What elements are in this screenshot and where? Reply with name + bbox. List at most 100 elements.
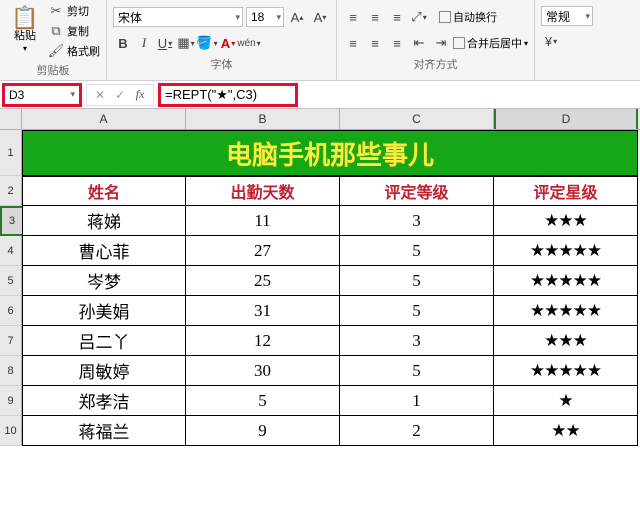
indent-increase-button[interactable]: ⇥ (431, 33, 451, 53)
phonetic-button[interactable]: wén▾ (239, 33, 259, 53)
number-format-value: 常规 (546, 8, 570, 25)
cell-level[interactable]: 2 (340, 416, 494, 446)
select-all-corner[interactable] (0, 109, 22, 129)
paste-button[interactable]: 📋 粘贴 ▾ (6, 2, 44, 60)
table-row: 9郑孝洁51★ (0, 386, 640, 416)
cell-days[interactable]: 30 (186, 356, 340, 386)
paste-label: 粘贴 (14, 27, 36, 43)
cell-name[interactable]: 岑梦 (22, 266, 186, 296)
header-name[interactable]: 姓名 (22, 176, 186, 206)
spreadsheet-grid[interactable]: A B C D 1 电脑手机那些事儿 2 姓名 出勤天数 评定等级 评定星级 3… (0, 109, 640, 446)
header-stars[interactable]: 评定星级 (494, 176, 638, 206)
row-header-5[interactable]: 5 (0, 266, 22, 296)
cell-name[interactable]: 孙美娟 (22, 296, 186, 326)
align-top-button[interactable]: ≡ (343, 7, 363, 27)
cell-level[interactable]: 3 (340, 206, 494, 236)
increase-font-button[interactable]: A▴ (287, 7, 307, 27)
table-row: 10蒋福兰92★★ (0, 416, 640, 446)
formula-input[interactable]: =REPT("★",C3) (158, 83, 298, 107)
cell-level[interactable]: 3 (340, 326, 494, 356)
row-header-7[interactable]: 7 (0, 326, 22, 356)
bold-button[interactable]: B (113, 33, 133, 53)
cell-days[interactable]: 31 (186, 296, 340, 326)
copy-button[interactable]: ⧉复制 (48, 22, 100, 40)
align-right-button[interactable]: ≡ (387, 33, 407, 53)
merge-checkbox[interactable] (453, 37, 465, 49)
cell-stars[interactable]: ★★ (494, 416, 638, 446)
font-color-button[interactable]: A▾ (218, 33, 238, 53)
title-cell[interactable]: 电脑手机那些事儿 (22, 130, 638, 176)
col-header-a[interactable]: A (22, 109, 186, 129)
cancel-button[interactable]: ✕ (91, 88, 109, 102)
enter-button[interactable]: ✓ (111, 88, 129, 102)
col-header-b[interactable]: B (186, 109, 340, 129)
number-format-select[interactable]: 常规 (541, 6, 593, 26)
row-header-8[interactable]: 8 (0, 356, 22, 386)
italic-button[interactable]: I (134, 33, 154, 53)
cell-stars[interactable]: ★ (494, 386, 638, 416)
cell-days[interactable]: 11 (186, 206, 340, 236)
col-header-d[interactable]: D (494, 109, 638, 129)
cell-days[interactable]: 9 (186, 416, 340, 446)
underline-button[interactable]: U▾ (155, 33, 175, 53)
font-name-select[interactable]: 宋体 (113, 7, 243, 27)
row-header-2[interactable]: 2 (0, 176, 22, 206)
format-painter-button[interactable]: 🖌格式刷 (48, 42, 100, 60)
table-row: 2 姓名 出勤天数 评定等级 评定星级 (0, 176, 640, 206)
cell-level[interactable]: 5 (340, 266, 494, 296)
fx-button[interactable]: fx (131, 87, 149, 102)
cell-stars[interactable]: ★★★★★ (494, 356, 638, 386)
formula-text: =REPT("★",C3) (165, 87, 257, 103)
name-box[interactable]: D3 (2, 83, 82, 107)
cell-name[interactable]: 蒋福兰 (22, 416, 186, 446)
cell-level[interactable]: 5 (340, 236, 494, 266)
align-center-button[interactable]: ≡ (365, 33, 385, 53)
cell-name[interactable]: 吕二丫 (22, 326, 186, 356)
cell-level[interactable]: 5 (340, 356, 494, 386)
cell-stars[interactable]: ★★★ (494, 206, 638, 236)
cell-stars[interactable]: ★★★★★ (494, 296, 638, 326)
header-days[interactable]: 出勤天数 (186, 176, 340, 206)
formula-bar-buttons: ✕ ✓ fx (86, 84, 154, 106)
cell-name[interactable]: 郑孝洁 (22, 386, 186, 416)
col-header-c[interactable]: C (340, 109, 494, 129)
cell-name[interactable]: 蒋娣 (22, 206, 186, 236)
cell-level[interactable]: 5 (340, 296, 494, 326)
row-header-10[interactable]: 10 (0, 416, 22, 446)
indent-decrease-button[interactable]: ⇤ (409, 33, 429, 53)
wrap-label: 自动换行 (453, 9, 497, 25)
cell-days[interactable]: 27 (186, 236, 340, 266)
alignment-group: ≡ ≡ ≡ ⤢▾ 自动换行 ≡ ≡ ≡ ⇤ ⇥ 合并后居中 ▾ 对齐方式 (337, 0, 535, 80)
cell-days[interactable]: 5 (186, 386, 340, 416)
cell-name[interactable]: 周敏婷 (22, 356, 186, 386)
borders-button[interactable]: ▦▾ (176, 33, 196, 53)
cell-stars[interactable]: ★★★★★ (494, 266, 638, 296)
table-row: 3蒋娣113★★★ (0, 206, 640, 236)
align-left-button[interactable]: ≡ (343, 33, 363, 53)
align-middle-button[interactable]: ≡ (365, 7, 385, 27)
ribbon: 📋 粘贴 ▾ ✂剪切 ⧉复制 🖌格式刷 剪贴板 宋体 18 A▴ A▾ B I (0, 0, 640, 81)
cell-days[interactable]: 25 (186, 266, 340, 296)
row-header-9[interactable]: 9 (0, 386, 22, 416)
row-header-4[interactable]: 4 (0, 236, 22, 266)
font-size-select[interactable]: 18 (246, 7, 284, 27)
row-header-1[interactable]: 1 (0, 130, 22, 176)
header-level[interactable]: 评定等级 (340, 176, 494, 206)
cut-label: 剪切 (67, 3, 89, 19)
align-bottom-button[interactable]: ≡ (387, 7, 407, 27)
currency-button[interactable]: ¥▾ (541, 31, 561, 51)
table-row: 4曹心菲275★★★★★ (0, 236, 640, 266)
cell-name[interactable]: 曹心菲 (22, 236, 186, 266)
cell-level[interactable]: 1 (340, 386, 494, 416)
cell-days[interactable]: 12 (186, 326, 340, 356)
row-header-3[interactable]: 3 (0, 206, 22, 236)
decrease-font-button[interactable]: A▾ (310, 7, 330, 27)
row-header-6[interactable]: 6 (0, 296, 22, 326)
cut-button[interactable]: ✂剪切 (48, 2, 100, 20)
fill-color-button[interactable]: 🪣▾ (197, 33, 217, 53)
column-headers: A B C D (0, 109, 640, 130)
wrap-checkbox[interactable] (439, 11, 451, 23)
cell-stars[interactable]: ★★★ (494, 326, 638, 356)
orientation-button[interactable]: ⤢▾ (409, 7, 429, 27)
cell-stars[interactable]: ★★★★★ (494, 236, 638, 266)
